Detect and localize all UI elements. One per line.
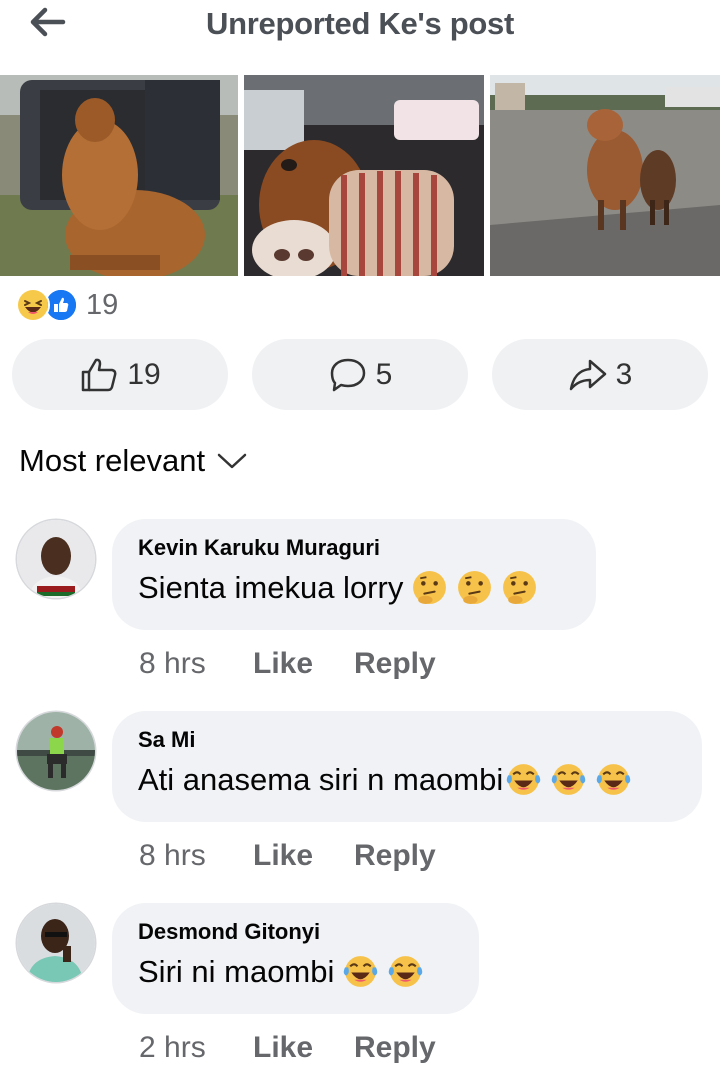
comment-author[interactable]: Desmond Gitonyi <box>138 919 453 945</box>
tears-of-joy-icon <box>344 956 378 987</box>
comment-reply-button[interactable]: Reply <box>354 1031 436 1065</box>
chevron-down-icon <box>217 453 247 469</box>
laughing-emoji-icon <box>16 288 50 322</box>
comment-like-button[interactable]: Like <box>253 647 354 681</box>
comment-meta: 8 hrs Like Reply <box>139 647 436 681</box>
share-icon <box>569 359 606 390</box>
comment-like-button[interactable]: Like <box>253 1031 354 1065</box>
reactions-summary[interactable]: 19 <box>16 287 118 323</box>
comment-text: Sienta imekua lorry <box>138 569 404 605</box>
photo-cows-on-road[interactable] <box>490 75 720 276</box>
comment-like-button[interactable]: Like <box>253 839 354 873</box>
page-title: Unreported Ke's post <box>206 6 514 41</box>
comment-reply-button[interactable]: Reply <box>354 839 436 873</box>
comment-button[interactable]: 5 <box>252 339 468 410</box>
tears-of-joy-icon <box>389 956 423 987</box>
avatar[interactable] <box>17 520 95 598</box>
comment-meta: 2 hrs Like Reply <box>139 1031 436 1065</box>
thumbs-up-icon <box>82 358 117 391</box>
comment-author[interactable]: Sa Mi <box>138 727 676 753</box>
thinking-face-icon <box>413 571 447 604</box>
comment-text: Ati anasema siri n maombi <box>138 761 504 797</box>
comment-bubble[interactable]: Desmond Gitonyi Siri ni maombi <box>112 903 479 1014</box>
comment-author[interactable]: Kevin Karuku Muraguri <box>138 535 570 561</box>
comment-count: 5 <box>375 357 393 391</box>
thinking-face-icon <box>458 571 492 604</box>
like-button[interactable]: 19 <box>12 339 228 410</box>
sort-label: Most relevant <box>19 443 206 478</box>
top-bar: Unreported Ke's post <box>0 0 720 60</box>
comment-meta: 8 hrs Like Reply <box>139 839 436 873</box>
thinking-face-icon <box>503 571 537 604</box>
share-button[interactable]: 3 <box>492 339 708 410</box>
comment-time: 8 hrs <box>139 839 206 872</box>
comment-icon <box>330 358 365 391</box>
share-count: 3 <box>615 357 633 391</box>
comment-bubble[interactable]: Sa Mi Ati anasema siri n maombi <box>112 711 702 822</box>
comment-time: 8 hrs <box>139 647 206 680</box>
reaction-count: 19 <box>86 288 119 321</box>
avatar[interactable] <box>17 712 95 790</box>
tears-of-joy-icon <box>552 764 586 795</box>
tears-of-joy-icon <box>597 764 631 795</box>
sort-dropdown[interactable]: Most relevant <box>19 443 247 479</box>
avatar[interactable] <box>17 904 95 982</box>
like-count: 19 <box>127 357 161 391</box>
tears-of-joy-icon <box>507 764 541 795</box>
comment-text: Siri ni maombi <box>138 953 335 989</box>
comment-time: 2 hrs <box>139 1031 206 1064</box>
photo-grid <box>0 75 720 276</box>
comment-bubble[interactable]: Kevin Karuku Muraguri Sienta imekua lorr… <box>112 519 596 630</box>
photo-cow-in-car-seat[interactable] <box>244 75 484 276</box>
photo-cow-in-car-trunk[interactable] <box>0 75 238 276</box>
comment-reply-button[interactable]: Reply <box>354 647 436 681</box>
